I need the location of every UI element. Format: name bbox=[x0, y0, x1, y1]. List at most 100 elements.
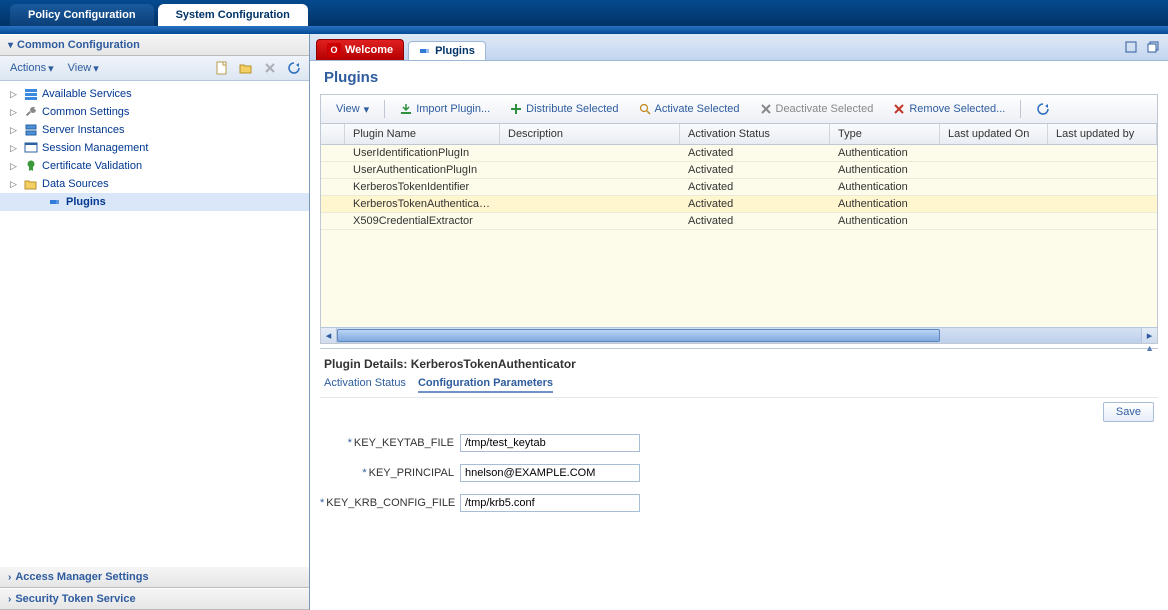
table-row[interactable]: KerberosTokenIdentifierActivatedAuthenti… bbox=[321, 179, 1157, 196]
chevron-down-icon: ▾ bbox=[364, 103, 370, 116]
grid-header-type[interactable]: Type bbox=[830, 124, 940, 144]
open-folder-icon[interactable] bbox=[237, 59, 255, 77]
scroll-left-arrow-icon[interactable]: ◂ bbox=[321, 328, 337, 343]
config-field-input[interactable] bbox=[460, 434, 640, 452]
sidebar-actions-menu[interactable]: Actions ▾ bbox=[6, 60, 58, 77]
tree-expander-icon[interactable]: ▷ bbox=[10, 179, 20, 190]
config-row-key_principal: *KEY_PRINCIPAL bbox=[320, 458, 1158, 488]
table-row[interactable]: X509CredentialExtractorActivatedAuthenti… bbox=[321, 213, 1157, 230]
table-cell bbox=[1048, 145, 1157, 161]
tree-expander-icon[interactable]: ▷ bbox=[10, 107, 20, 118]
grid-toolbar: View ▾ Import Plugin... Distribute Selec… bbox=[321, 95, 1157, 124]
sidebar-item-plugins[interactable]: Plugins bbox=[0, 193, 309, 211]
chevron-right-icon: › bbox=[8, 594, 11, 605]
details-save-bar: Save bbox=[320, 398, 1158, 422]
config-field-input[interactable] bbox=[460, 464, 640, 482]
activate-selected-button[interactable]: Activate Selected bbox=[630, 99, 749, 119]
save-button[interactable]: Save bbox=[1103, 402, 1154, 422]
grid-header-activation-status[interactable]: Activation Status bbox=[680, 124, 830, 144]
remove-selected-label: Remove Selected... bbox=[909, 103, 1005, 115]
sidebar-item-label: Available Services bbox=[42, 88, 132, 100]
scroll-track[interactable] bbox=[337, 328, 1141, 343]
table-row[interactable]: UserIdentificationPlugInActivatedAuthent… bbox=[321, 145, 1157, 162]
config-field-label: *KEY_KEYTAB_FILE bbox=[320, 437, 460, 449]
config-row-key_keytab_file: *KEY_KEYTAB_FILE bbox=[320, 428, 1158, 458]
toolbar-separator bbox=[384, 100, 385, 118]
sidebar-panel-security-token[interactable]: › Security Token Service bbox=[0, 588, 309, 610]
top-tabs-underline bbox=[0, 26, 1168, 34]
tree-expander-icon[interactable]: ▷ bbox=[10, 161, 20, 172]
grid-view-menu[interactable]: View ▾ bbox=[327, 99, 378, 120]
sidebar-item-certificate-validation[interactable]: ▷Certificate Validation bbox=[0, 157, 309, 175]
table-cell: X509CredentialExtractor bbox=[345, 213, 500, 229]
plugin-details-section: ▲ Plugin Details: KerberosTokenAuthentic… bbox=[320, 348, 1158, 518]
plugin-details-title: Plugin Details: KerberosTokenAuthenticat… bbox=[320, 351, 1158, 373]
sidebar-item-session-management[interactable]: ▷Session Management bbox=[0, 139, 309, 157]
session-icon bbox=[24, 141, 38, 155]
maximize-icon[interactable] bbox=[1122, 38, 1140, 56]
distribute-selected-button[interactable]: Distribute Selected bbox=[501, 99, 627, 119]
refresh-icon[interactable] bbox=[285, 59, 303, 77]
tab-welcome[interactable]: O Welcome bbox=[316, 39, 404, 60]
table-row[interactable]: UserAuthenticationPlugInActivatedAuthent… bbox=[321, 162, 1157, 179]
table-cell: Activated bbox=[680, 213, 830, 229]
table-cell bbox=[940, 179, 1048, 195]
sidebar-item-common-settings[interactable]: ▷Common Settings bbox=[0, 103, 309, 121]
config-field-label: *KEY_KRB_CONFIG_FILE bbox=[320, 497, 460, 509]
restore-icon[interactable] bbox=[1144, 38, 1162, 56]
plugin-icon bbox=[48, 195, 62, 209]
table-cell bbox=[940, 145, 1048, 161]
table-cell: Authentication bbox=[830, 179, 940, 195]
grid-header-description[interactable]: Description bbox=[500, 124, 680, 144]
config-field-input[interactable] bbox=[460, 494, 640, 512]
page-title: Plugins bbox=[310, 61, 1168, 90]
table-cell: Authentication bbox=[830, 196, 940, 212]
sidebar-panel-common-configuration[interactable]: ▾ Common Configuration bbox=[0, 34, 309, 56]
toolbar-separator bbox=[1020, 100, 1021, 118]
deactivate-selected-label: Deactivate Selected bbox=[776, 103, 874, 115]
table-cell bbox=[500, 196, 680, 212]
tab-plugins[interactable]: Plugins bbox=[408, 41, 486, 60]
delete-icon[interactable] bbox=[261, 59, 279, 77]
sidebar-item-data-sources[interactable]: ▷Data Sources bbox=[0, 175, 309, 193]
sidebar-panel-access-manager[interactable]: › Access Manager Settings bbox=[0, 566, 309, 588]
grid-refresh-button[interactable] bbox=[1027, 98, 1059, 120]
scroll-thumb[interactable] bbox=[337, 329, 940, 342]
tab-system-configuration[interactable]: System Configuration bbox=[158, 4, 308, 26]
new-icon[interactable] bbox=[213, 59, 231, 77]
sidebar-item-label: Server Instances bbox=[42, 124, 125, 136]
activate-selected-label: Activate Selected bbox=[655, 103, 740, 115]
grid-header-plugin-name[interactable]: Plugin Name bbox=[345, 124, 500, 144]
table-cell bbox=[321, 145, 345, 161]
deactivate-selected-button[interactable]: Deactivate Selected bbox=[751, 99, 883, 119]
tab-welcome-label: Welcome bbox=[345, 44, 393, 56]
sidebar-panel-title: Common Configuration bbox=[17, 39, 140, 51]
sidebar-item-label: Plugins bbox=[66, 196, 106, 208]
grid-header-last-updated-by[interactable]: Last updated by bbox=[1048, 124, 1157, 144]
required-asterisk-icon: * bbox=[348, 437, 352, 449]
sidebar-view-menu[interactable]: View ▾ bbox=[64, 60, 103, 77]
detail-tab-configuration-parameters[interactable]: Configuration Parameters bbox=[418, 375, 553, 393]
tree-expander-icon[interactable]: ▷ bbox=[10, 89, 20, 100]
sidebar-view-label: View bbox=[68, 62, 92, 74]
table-cell bbox=[321, 162, 345, 178]
content-tabs-bar: O Welcome Plugins bbox=[310, 34, 1168, 61]
resize-grip-icon[interactable]: ▲ bbox=[1145, 343, 1152, 353]
table-cell: Authentication bbox=[830, 162, 940, 178]
table-row[interactable]: KerberosTokenAuthenticatorActivatedAuthe… bbox=[321, 196, 1157, 213]
sidebar-item-server-instances[interactable]: ▷ Server Instances bbox=[0, 121, 309, 139]
import-plugin-button[interactable]: Import Plugin... bbox=[391, 99, 499, 119]
tab-policy-configuration[interactable]: Policy Configuration bbox=[10, 4, 154, 26]
tree-expander-icon[interactable]: ▷ bbox=[10, 125, 20, 136]
grid-horizontal-scrollbar[interactable]: ◂ ▸ bbox=[321, 327, 1157, 343]
table-cell bbox=[1048, 213, 1157, 229]
scroll-right-arrow-icon[interactable]: ▸ bbox=[1141, 328, 1157, 343]
table-cell: KerberosTokenAuthenticator bbox=[345, 196, 500, 212]
tab-plugins-label: Plugins bbox=[435, 45, 475, 57]
detail-tab-activation-status[interactable]: Activation Status bbox=[324, 375, 406, 393]
remove-selected-button[interactable]: Remove Selected... bbox=[884, 99, 1014, 119]
sidebar-item-available-services[interactable]: ▷ Available Services bbox=[0, 85, 309, 103]
wrench-icon bbox=[24, 105, 38, 119]
grid-header-last-updated-on[interactable]: Last updated On bbox=[940, 124, 1048, 144]
tree-expander-icon[interactable]: ▷ bbox=[10, 143, 20, 154]
